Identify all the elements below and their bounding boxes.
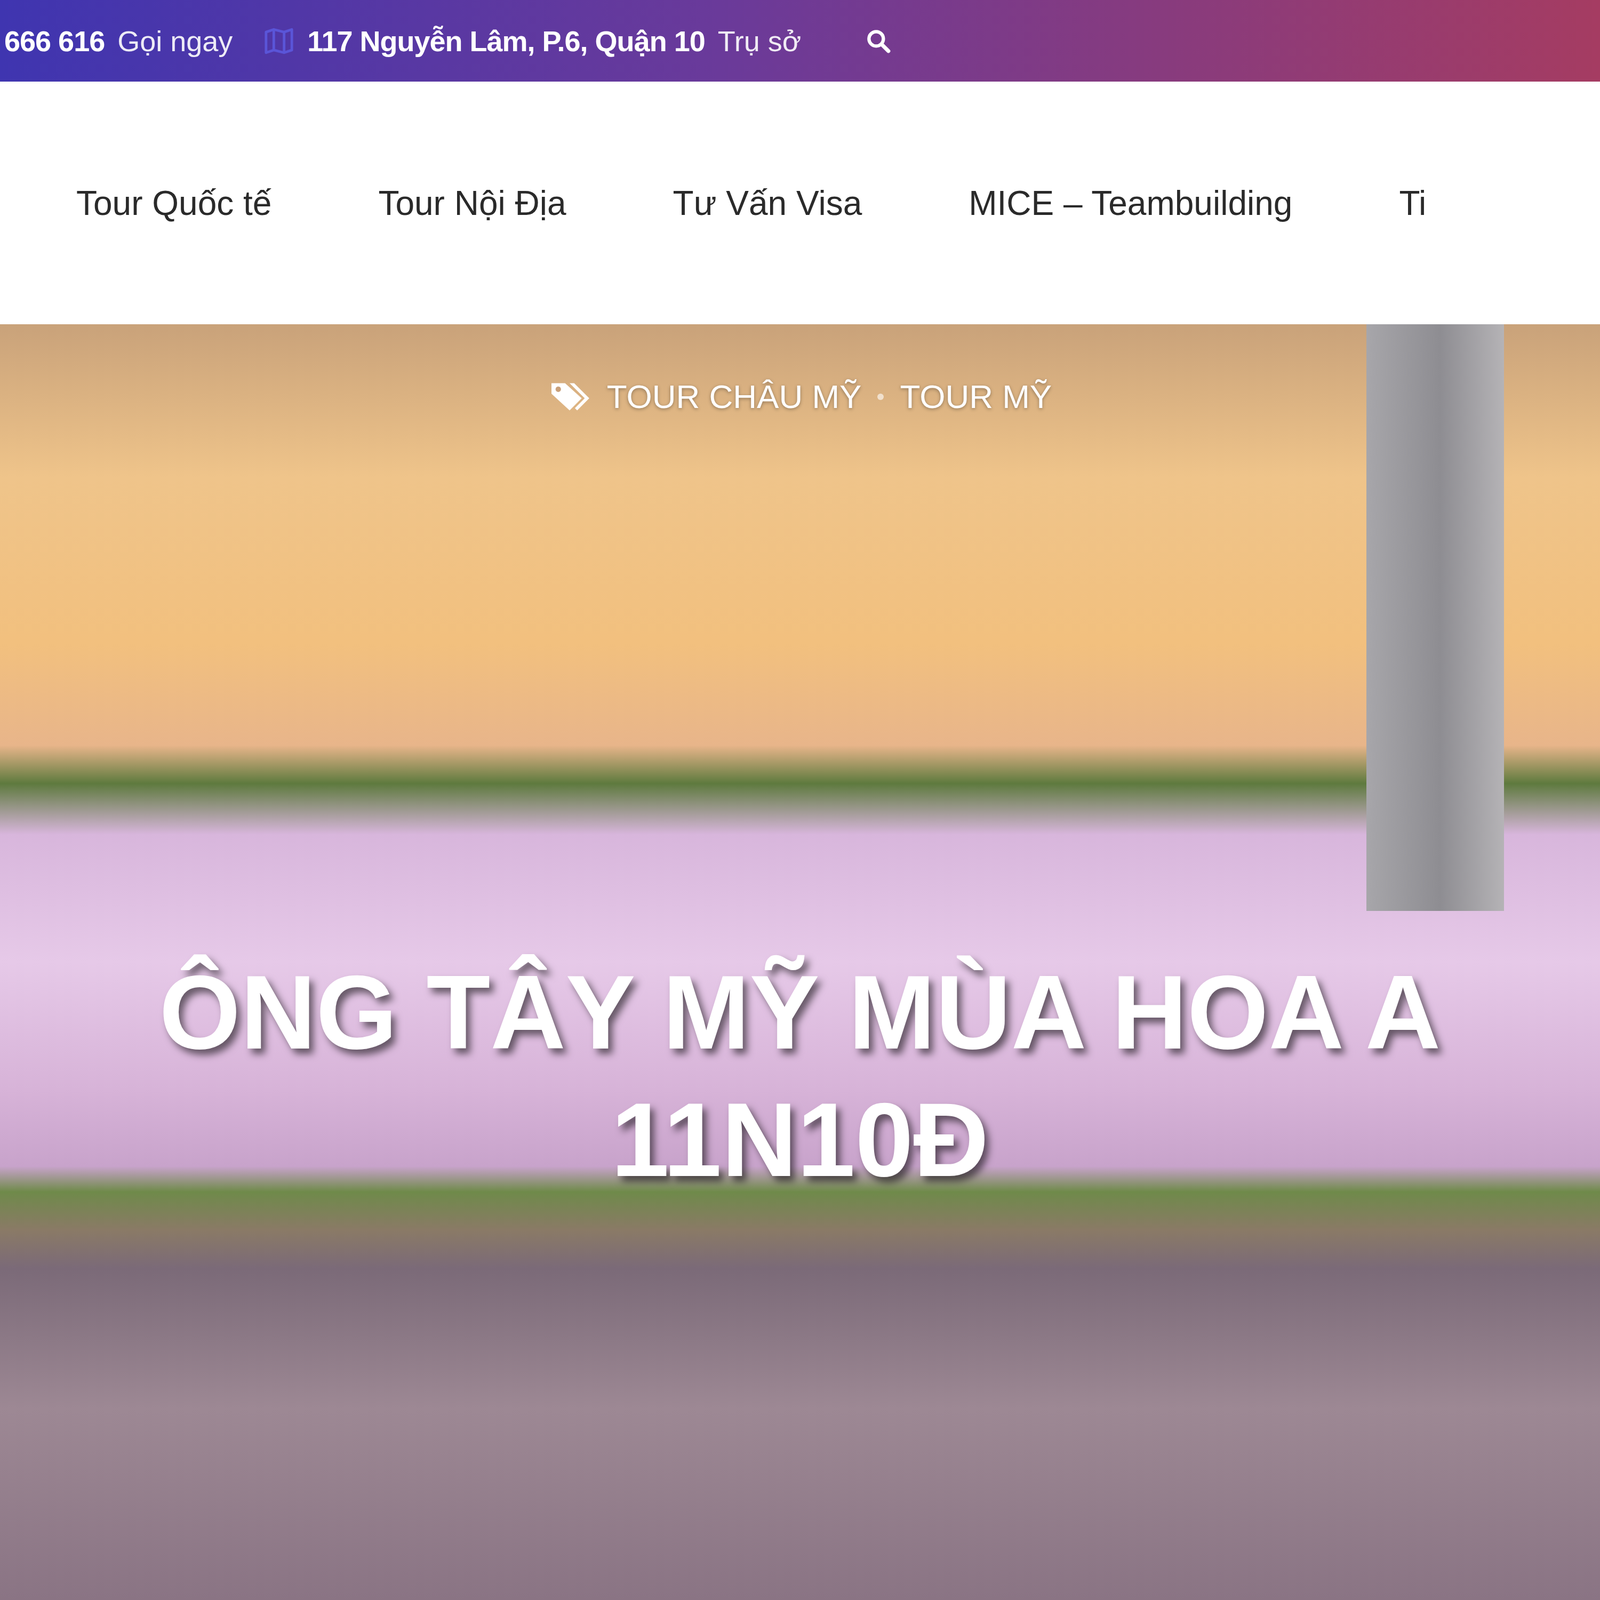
- call-label: Gọi ngay: [117, 24, 233, 58]
- phone-contact[interactable]: 666 616 Gọi ngay: [4, 24, 233, 58]
- tag-separator: [877, 393, 884, 400]
- title-line: 11N10Đ: [611, 1076, 989, 1204]
- search-icon[interactable]: [865, 27, 892, 55]
- nav-item[interactable]: Tour Quốc tế: [76, 183, 272, 223]
- nav-item[interactable]: Tư Vấn Visa: [673, 183, 863, 223]
- page: 666 616 Gọi ngay 117 Nguyễn Lâm, P.6, Quận…: [0, 0, 1600, 1600]
- nav-item[interactable]: MICE – Teambuilding: [968, 183, 1293, 223]
- main-nav: Tour Quốc tế Tour Nội Địa Tư Vấn Visa MICE …: [0, 81, 1600, 325]
- tag-link[interactable]: TOUR CHÂU MỸ: [606, 377, 862, 416]
- tag-icon: [548, 378, 591, 415]
- hero-banner: TOUR CHÂU MỸ TOUR MỸ ÔNG TÂY MỸ MÙA HOA A1…: [0, 324, 1600, 1600]
- nav-item[interactable]: Ti: [1398, 183, 1427, 223]
- top-bar: 666 616 Gọi ngay 117 Nguyễn Lâm, P.6, Quận…: [0, 0, 1600, 82]
- tour-title: ÔNG TÂY MỸ MÙA HOA A11N10Đ: [159, 948, 1442, 1204]
- tag-list: TOUR CHÂU MỸ TOUR MỸ: [548, 377, 1052, 416]
- address-label: Trụ sở: [717, 24, 802, 58]
- address-contact[interactable]: 117 Nguyễn Lâm, P.6, Quận 10 Trụ sở: [263, 24, 802, 58]
- tag-link[interactable]: TOUR MỸ: [899, 377, 1052, 416]
- nav-item[interactable]: Tour Nội Địa: [378, 183, 566, 223]
- address-text: 117 Nguyễn Lâm, P.6, Quận 10: [307, 24, 705, 58]
- phone-number[interactable]: 666 616: [4, 24, 105, 58]
- map-icon: [263, 25, 295, 57]
- title-line: ÔNG TÂY MỸ MÙA HOA A: [159, 948, 1442, 1077]
